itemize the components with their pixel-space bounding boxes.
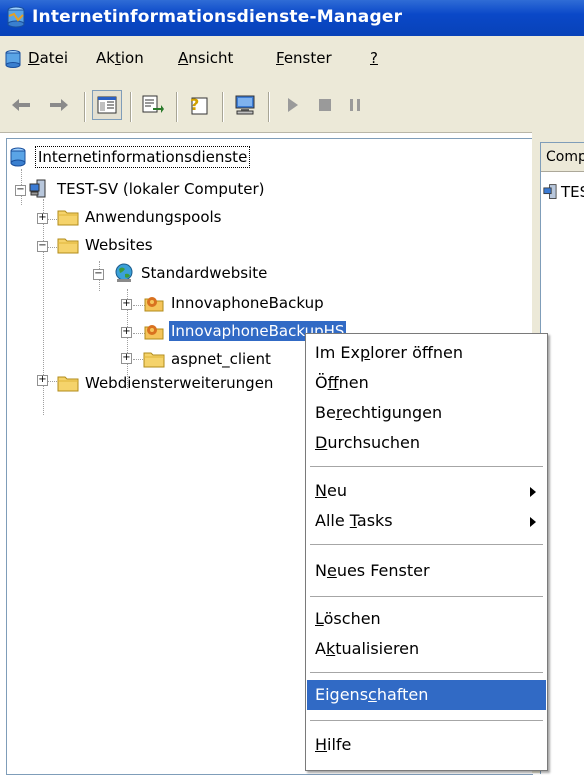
details-row-label: TEST-SV bbox=[561, 183, 584, 201]
menu-separator bbox=[310, 596, 543, 597]
back-icon bbox=[12, 99, 30, 111]
menu-fenster[interactable]: Fenster bbox=[276, 49, 332, 67]
collapse-default-site-expander[interactable]: − bbox=[93, 269, 104, 280]
forward-button[interactable] bbox=[44, 90, 74, 120]
tree-node-child3[interactable]: aspnet_client bbox=[143, 347, 273, 371]
svg-text:?: ? bbox=[190, 95, 199, 114]
globe-icon bbox=[115, 263, 133, 282]
export-list-icon bbox=[142, 95, 164, 113]
tree-label-server: TEST-SV (lokaler Computer) bbox=[57, 180, 265, 198]
ctx-open[interactable]: Öffnen bbox=[307, 368, 546, 398]
ctx-new[interactable]: Neu bbox=[307, 476, 546, 506]
submenu-arrow-icon bbox=[530, 517, 536, 527]
tree-node-default-site[interactable]: Standardwebsite bbox=[113, 261, 269, 285]
stop-icon bbox=[319, 99, 331, 111]
ctx-delete[interactable]: Löschen bbox=[307, 604, 546, 634]
ctx-new-label: Neu bbox=[315, 481, 347, 500]
menu-aktion[interactable]: Aktion bbox=[96, 49, 144, 67]
tree-label-app-pools: Anwendungspools bbox=[85, 208, 222, 226]
collapse-server-expander[interactable]: − bbox=[15, 185, 26, 196]
toolbar-separator bbox=[222, 92, 223, 122]
menu-separator bbox=[310, 544, 543, 545]
details-row[interactable]: TEST-SV bbox=[543, 181, 584, 203]
back-button[interactable] bbox=[6, 90, 36, 120]
show-hide-tree-icon bbox=[97, 96, 117, 114]
menu-bar: Datei Aktion Ansicht Fenster ? bbox=[0, 36, 584, 83]
toolbar-separator bbox=[176, 92, 177, 122]
ctx-all-tasks-label: Alle Tasks bbox=[315, 511, 393, 530]
tree-label-child1: InnovaphoneBackup bbox=[171, 294, 324, 312]
ctx-all-tasks[interactable]: Alle Tasks bbox=[307, 506, 546, 536]
iis-app-icon bbox=[7, 6, 25, 28]
tree-label-web-service-ext: Webdiensterweiterungen bbox=[85, 374, 274, 392]
ctx-permissions[interactable]: Berechtigungen bbox=[307, 398, 546, 428]
connect-computer-button[interactable] bbox=[230, 90, 260, 120]
tree-node-websites[interactable]: Websites bbox=[57, 233, 155, 257]
expand-app-pools-expander[interactable]: + bbox=[37, 213, 48, 224]
folder-icon bbox=[57, 210, 79, 226]
ctx-properties[interactable]: Eigenschaften bbox=[307, 680, 546, 710]
iis-root-icon bbox=[10, 147, 26, 167]
show-hide-tree-button[interactable] bbox=[92, 90, 122, 120]
tree-node-child1[interactable]: InnovaphoneBackup bbox=[143, 291, 326, 315]
mmc-document-icon[interactable] bbox=[4, 50, 22, 68]
tree-connector bbox=[47, 247, 57, 248]
collapse-websites-expander[interactable]: − bbox=[37, 241, 48, 252]
tree-label-default-site: Standardwebsite bbox=[141, 264, 268, 282]
help-icon: ? bbox=[190, 95, 208, 115]
window-title: Internetinformationsdienste-Manager bbox=[32, 7, 403, 27]
start-button[interactable] bbox=[278, 90, 308, 120]
expand-child3-expander[interactable]: + bbox=[121, 353, 132, 364]
pause-icon bbox=[350, 99, 360, 111]
menu-ansicht[interactable]: Ansicht bbox=[178, 49, 233, 67]
stop-button[interactable] bbox=[310, 90, 340, 120]
tree-node-server[interactable]: TEST-SV (lokaler Computer) bbox=[29, 177, 266, 201]
server-icon bbox=[29, 179, 46, 198]
toolbar-separator bbox=[84, 92, 85, 122]
menu-separator bbox=[310, 720, 543, 721]
tree-label-websites: Websites bbox=[85, 236, 153, 254]
context-menu: Im Explorer öffnen Öffnen Berechtigungen… bbox=[305, 333, 548, 771]
forward-icon bbox=[50, 99, 68, 111]
help-button[interactable]: ? bbox=[184, 90, 214, 120]
web-app-icon bbox=[144, 297, 164, 312]
ctx-refresh[interactable]: Aktualisieren bbox=[307, 634, 546, 664]
menu-datei[interactable]: Datei bbox=[28, 49, 68, 67]
submenu-arrow-icon bbox=[530, 487, 536, 497]
export-list-button[interactable] bbox=[138, 90, 168, 120]
tree-node-root[interactable]: Internetinformationsdienste bbox=[9, 145, 251, 169]
tree-node-web-service-ext[interactable]: Webdiensterweiterungen bbox=[57, 371, 275, 395]
toolbar: ? bbox=[0, 82, 584, 133]
web-app-icon bbox=[144, 325, 164, 340]
tree-label-child3: aspnet_client bbox=[171, 350, 271, 368]
ctx-help[interactable]: Hilfe bbox=[307, 730, 546, 760]
tree-connector bbox=[47, 219, 57, 220]
folder-icon bbox=[143, 352, 165, 368]
ctx-browse[interactable]: Durchsuchen bbox=[307, 428, 546, 458]
folder-icon bbox=[57, 376, 79, 392]
column-header-computer[interactable]: Computer bbox=[541, 143, 584, 172]
toolbar-separator bbox=[268, 92, 269, 122]
menu-separator bbox=[310, 466, 543, 467]
expand-child2-expander[interactable]: + bbox=[121, 327, 132, 338]
tree-connector bbox=[47, 381, 57, 382]
ctx-open-in-explorer[interactable]: Im Explorer öffnen bbox=[307, 338, 546, 368]
ctx-new-window[interactable]: Neues Fenster bbox=[307, 556, 546, 586]
server-icon bbox=[543, 184, 557, 199]
expand-child1-expander[interactable]: + bbox=[121, 299, 132, 310]
computer-icon bbox=[235, 95, 255, 115]
tree-node-app-pools[interactable]: Anwendungspools bbox=[57, 205, 224, 229]
play-icon bbox=[288, 98, 298, 112]
menu-help[interactable]: ? bbox=[370, 49, 378, 67]
expand-web-service-ext-expander[interactable]: + bbox=[37, 375, 48, 386]
folder-icon bbox=[57, 238, 79, 254]
toolbar-separator bbox=[130, 92, 131, 122]
tree-label-root: Internetinformationsdienste bbox=[35, 146, 251, 168]
pause-button[interactable] bbox=[340, 90, 370, 120]
menu-separator bbox=[310, 672, 543, 673]
title-bar[interactable]: Internetinformationsdienste-Manager bbox=[0, 0, 584, 36]
